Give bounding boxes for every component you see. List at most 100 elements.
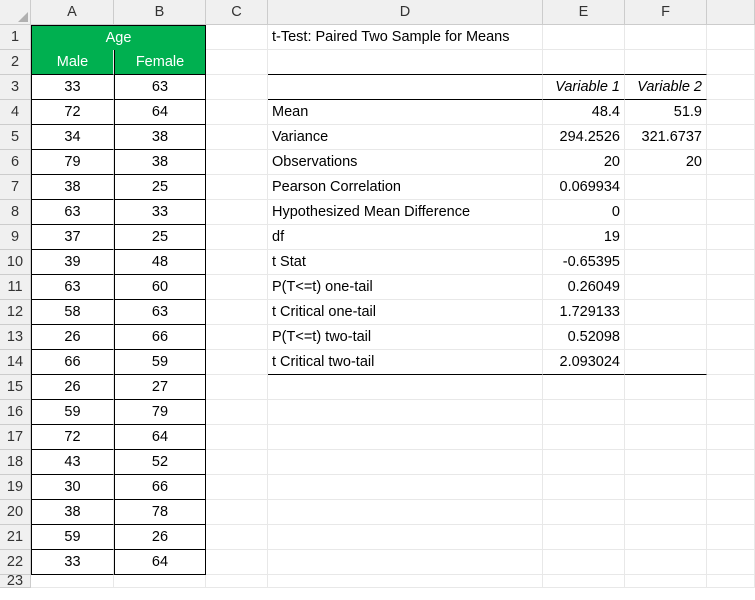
cell-F22[interactable] <box>625 550 707 575</box>
row-header-22[interactable]: 22 <box>0 550 31 575</box>
cell-C20[interactable] <box>206 500 268 525</box>
cell-E16[interactable] <box>543 400 625 425</box>
cell-G4[interactable] <box>707 100 755 125</box>
row-header-10[interactable]: 10 <box>0 250 31 275</box>
cell-B9[interactable]: 25 <box>114 225 206 250</box>
cell-A16[interactable]: 59 <box>31 400 114 425</box>
cell-C8[interactable] <box>206 200 268 225</box>
cell-C18[interactable] <box>206 450 268 475</box>
cell-C14[interactable] <box>206 350 268 375</box>
cell-C13[interactable] <box>206 325 268 350</box>
cell-C9[interactable] <box>206 225 268 250</box>
cell-A9[interactable]: 37 <box>31 225 114 250</box>
cell-A12[interactable]: 58 <box>31 300 114 325</box>
row-header-11[interactable]: 11 <box>0 275 31 300</box>
cell-A7[interactable]: 38 <box>31 175 114 200</box>
cell-B12[interactable]: 63 <box>114 300 206 325</box>
spreadsheet-grid[interactable]: ABCDEF1Aget-Test: Paired Two Sample for … <box>0 0 755 600</box>
row-header-8[interactable]: 8 <box>0 200 31 225</box>
cell-C19[interactable] <box>206 475 268 500</box>
column-header-E[interactable]: E <box>543 0 625 25</box>
cell-G5[interactable] <box>707 125 755 150</box>
cell-G19[interactable] <box>707 475 755 500</box>
cell-D15[interactable] <box>268 375 543 400</box>
cell-B15[interactable]: 27 <box>114 375 206 400</box>
cell-F19[interactable] <box>625 475 707 500</box>
cell-D19[interactable] <box>268 475 543 500</box>
cell-C7[interactable] <box>206 175 268 200</box>
cell-G11[interactable] <box>707 275 755 300</box>
row-header-14[interactable]: 14 <box>0 350 31 375</box>
cell-A11[interactable]: 63 <box>31 275 114 300</box>
cell-B7[interactable]: 25 <box>114 175 206 200</box>
row-header-21[interactable]: 21 <box>0 525 31 550</box>
cell-E15[interactable] <box>543 375 625 400</box>
cell-B8[interactable]: 33 <box>114 200 206 225</box>
column-header-A[interactable]: A <box>31 0 114 25</box>
cell-C6[interactable] <box>206 150 268 175</box>
cell-G20[interactable] <box>707 500 755 525</box>
cell-B16[interactable]: 79 <box>114 400 206 425</box>
cell-D18[interactable] <box>268 450 543 475</box>
cell-F20[interactable] <box>625 500 707 525</box>
cell-A19[interactable]: 30 <box>31 475 114 500</box>
column-header-B[interactable]: B <box>114 0 206 25</box>
cell-E21[interactable] <box>543 525 625 550</box>
cell-E2[interactable] <box>543 50 625 75</box>
cell-B17[interactable]: 64 <box>114 425 206 450</box>
cell-B22[interactable]: 64 <box>114 550 206 575</box>
cell-B6[interactable]: 38 <box>114 150 206 175</box>
cell-F1[interactable] <box>625 25 707 50</box>
row-header-13[interactable]: 13 <box>0 325 31 350</box>
cell-row23-2[interactable] <box>206 575 268 588</box>
cell-G18[interactable] <box>707 450 755 475</box>
column-header-C[interactable]: C <box>206 0 268 25</box>
row-header-15[interactable]: 15 <box>0 375 31 400</box>
cell-G3[interactable] <box>707 75 755 100</box>
cell-A21[interactable]: 59 <box>31 525 114 550</box>
cell-A3[interactable]: 33 <box>31 75 114 100</box>
cell-B18[interactable]: 52 <box>114 450 206 475</box>
cell-G21[interactable] <box>707 525 755 550</box>
cell-C11[interactable] <box>206 275 268 300</box>
select-all-corner[interactable] <box>0 0 31 25</box>
cell-F2[interactable] <box>625 50 707 75</box>
cell-C16[interactable] <box>206 400 268 425</box>
cell-A4[interactable]: 72 <box>31 100 114 125</box>
cell-B4[interactable]: 64 <box>114 100 206 125</box>
cell-C15[interactable] <box>206 375 268 400</box>
cell-C21[interactable] <box>206 525 268 550</box>
cell-B5[interactable]: 38 <box>114 125 206 150</box>
cell-G2[interactable] <box>707 50 755 75</box>
cell-D20[interactable] <box>268 500 543 525</box>
cell-G1[interactable] <box>707 25 755 50</box>
cell-B20[interactable]: 78 <box>114 500 206 525</box>
cell-C12[interactable] <box>206 300 268 325</box>
cell-A22[interactable]: 33 <box>31 550 114 575</box>
column-header-F[interactable]: F <box>625 0 707 25</box>
cell-C3[interactable] <box>206 75 268 100</box>
row-header-5[interactable]: 5 <box>0 125 31 150</box>
row-header-20[interactable]: 20 <box>0 500 31 525</box>
row-header-2[interactable]: 2 <box>0 50 31 75</box>
cell-G10[interactable] <box>707 250 755 275</box>
cell-B10[interactable]: 48 <box>114 250 206 275</box>
cell-A14[interactable]: 66 <box>31 350 114 375</box>
cell-row23-4[interactable] <box>543 575 625 588</box>
cell-D16[interactable] <box>268 400 543 425</box>
cell-C1[interactable] <box>206 25 268 50</box>
cell-B19[interactable]: 66 <box>114 475 206 500</box>
cell-A6[interactable]: 79 <box>31 150 114 175</box>
row-header-19[interactable]: 19 <box>0 475 31 500</box>
cell-F16[interactable] <box>625 400 707 425</box>
cell-A18[interactable]: 43 <box>31 450 114 475</box>
cell-D22[interactable] <box>268 550 543 575</box>
cell-row23-0[interactable] <box>31 575 114 588</box>
cell-C22[interactable] <box>206 550 268 575</box>
cell-F21[interactable] <box>625 525 707 550</box>
cell-C17[interactable] <box>206 425 268 450</box>
cell-G7[interactable] <box>707 175 755 200</box>
cell-A5[interactable]: 34 <box>31 125 114 150</box>
cell-D21[interactable] <box>268 525 543 550</box>
cell-F18[interactable] <box>625 450 707 475</box>
